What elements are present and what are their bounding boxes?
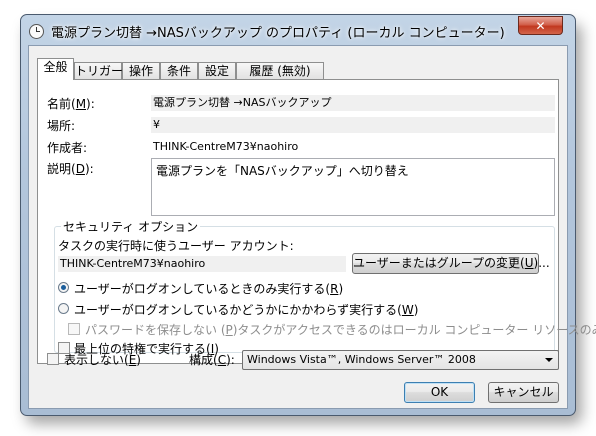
configure-for-label: 構成(C): <box>189 353 235 367</box>
run-only-when-logged-on-label: ユーザーがログオンしているときのみ実行する(R) <box>74 282 344 296</box>
author-value: THINK-CentreM73¥naohiro <box>153 140 299 153</box>
do-not-store-password-label: パスワードを保存しない (P)タスクがアクセスできるのはローカル コンピューター… <box>85 323 596 337</box>
tab-conditions[interactable]: 条件 <box>160 62 198 79</box>
tab-triggers[interactable]: トリガー <box>74 62 123 79</box>
ok-button[interactable]: OK <box>404 382 475 403</box>
do-not-store-password-checkbox[interactable] <box>68 323 80 335</box>
location-value: ¥ <box>151 117 555 133</box>
chevron-down-icon <box>545 358 553 362</box>
location-label: 場所: <box>47 119 76 133</box>
window-title: 電源プラン切替 →NASバックアップ のプロパティ (ローカル コンピューター) <box>51 26 505 41</box>
run-only-when-logged-on-radio[interactable] <box>58 282 69 293</box>
security-options-group: セキュリティ オプション タスクの実行時に使うユーザー アカウント: THINK… <box>54 218 596 356</box>
close-button[interactable]: ✕ <box>518 16 563 35</box>
description-label: 説明(D): <box>47 162 94 176</box>
hidden-label: 表示しない(E) <box>64 353 141 367</box>
general-tab-panel: 名前(M): 電源プラン切替 →NASバックアップ 場所: ¥ 作成者: THI… <box>37 79 596 364</box>
properties-dialog: 電源プラン切替 →NASバックアップ のプロパティ (ローカル コンピューター)… <box>20 14 596 416</box>
tab-general[interactable]: 全般 <box>37 58 74 80</box>
cancel-button[interactable]: キャンセル <box>488 382 559 403</box>
tab-settings[interactable]: 設定 <box>198 62 236 79</box>
change-user-or-group-button[interactable]: ユーザーまたはグループの変更(U)... <box>352 253 550 274</box>
security-options-title: セキュリティ オプション <box>61 218 201 235</box>
hidden-checkbox[interactable] <box>47 353 59 365</box>
clock-icon <box>29 24 44 39</box>
tab-history[interactable]: 履歴 (無効) <box>236 62 324 79</box>
run-as-account-label: タスクの実行時に使うユーザー アカウント: <box>58 239 294 253</box>
task-name-field[interactable]: 電源プラン切替 →NASバックアップ <box>151 95 555 111</box>
description-textarea[interactable]: 電源プランを「NASバックアップ」へ切り替え <box>151 158 555 216</box>
configure-for-value: Windows Vista™, Windows Server™ 2008 <box>247 353 476 366</box>
configure-for-dropdown[interactable]: Windows Vista™, Windows Server™ 2008 <box>242 350 559 370</box>
author-label: 作成者: <box>47 141 88 155</box>
run-whether-logged-on-radio[interactable] <box>58 303 69 314</box>
dialog-client-area: 全般 トリガー 操作 条件 設定 履歴 (無効) 名前(M): 電源プラン切替 … <box>28 45 596 409</box>
tab-actions[interactable]: 操作 <box>122 62 160 79</box>
run-whether-logged-on-label: ユーザーがログオンしているかどうかにかかわらず実行する(W) <box>74 303 419 317</box>
run-as-account-value: THINK-CentreM73¥naohiro <box>58 256 346 272</box>
name-label: 名前(M): <box>47 97 95 111</box>
